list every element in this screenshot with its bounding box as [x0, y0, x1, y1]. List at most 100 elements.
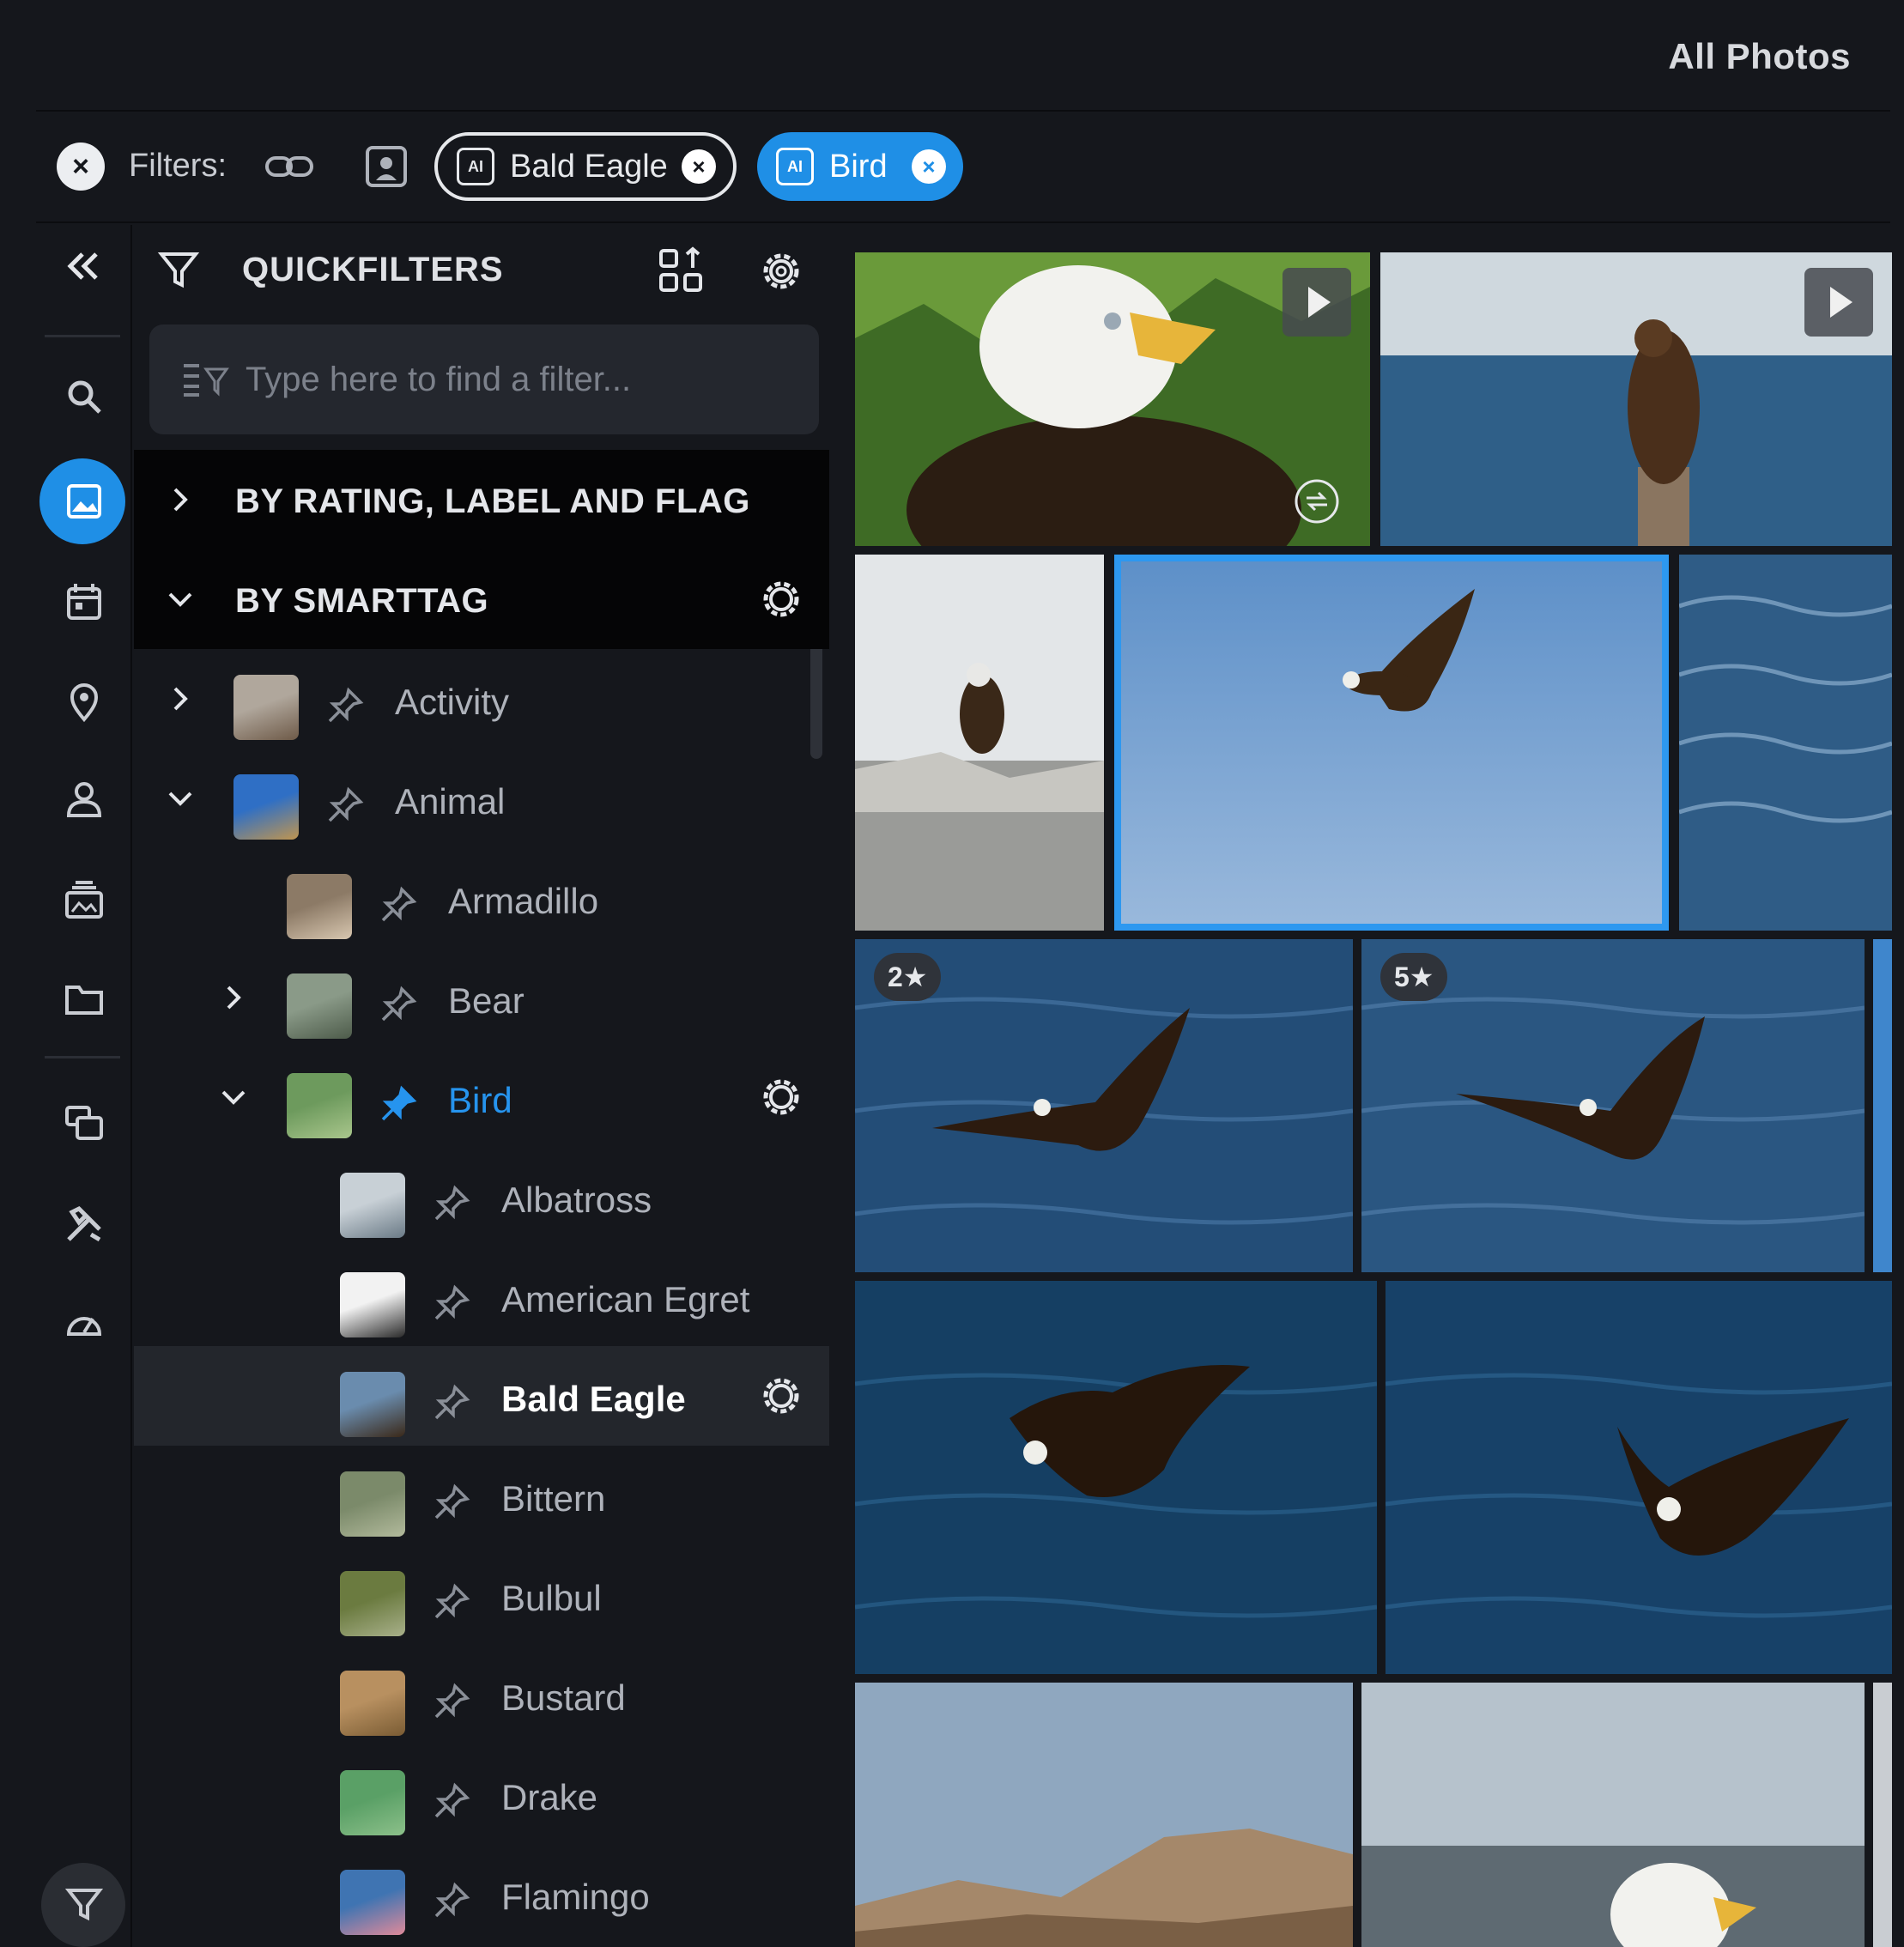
- photo-thumbnail[interactable]: [1679, 555, 1892, 931]
- photo-thumbnail[interactable]: [855, 1683, 1353, 1947]
- calendar-icon[interactable]: [60, 579, 108, 627]
- filters-label: Filters:: [129, 148, 227, 184]
- face-filter-icon[interactable]: [362, 143, 410, 191]
- settings-gear-icon[interactable]: [755, 1071, 807, 1123]
- filter-list-icon: [184, 364, 229, 397]
- tag-row-flamingo[interactable]: Flamingo: [134, 1844, 829, 1944]
- divider: [45, 1056, 120, 1058]
- tag-row-bittern[interactable]: Bittern: [134, 1446, 829, 1545]
- pin-icon[interactable]: [431, 1382, 472, 1423]
- tag-thumbnail: [233, 675, 299, 740]
- landscape-photo: [855, 1683, 1353, 1947]
- clear-filters-button[interactable]: ×: [57, 143, 105, 191]
- photos-icon: [67, 484, 101, 519]
- tag-row-bald-eagle[interactable]: Bald Eagle: [134, 1346, 829, 1446]
- video-icon[interactable]: [1282, 268, 1351, 337]
- water-photo: [1679, 555, 1892, 931]
- quickfilters-title: QUICKFILTERS: [242, 251, 504, 288]
- section-by-smarttag[interactable]: BY SMARTTAG: [134, 549, 829, 649]
- quickfilters-header: QUICKFILTERS: [134, 225, 834, 319]
- tag-label: Bird: [448, 1080, 512, 1120]
- tag-row-bulbul[interactable]: Bulbul: [134, 1545, 829, 1645]
- tools-icon[interactable]: [60, 1200, 108, 1248]
- photo-thumbnail[interactable]: [855, 555, 1104, 931]
- rating-badge: 2★: [874, 953, 942, 1001]
- add-filter-grid-icon[interactable]: [656, 246, 707, 297]
- chevron-right-icon: [173, 488, 188, 512]
- photo-thumbnail[interactable]: [1873, 1683, 1892, 1947]
- photo-thumbnail[interactable]: [1873, 939, 1892, 1272]
- settings-gear-icon[interactable]: [755, 1370, 807, 1422]
- filter-chip-bird[interactable]: AI Bird ×: [757, 132, 963, 201]
- tag-row-animal[interactable]: Animal: [134, 749, 829, 848]
- photo-grid: 2★ 5★: [853, 225, 1892, 1947]
- top-bar: All Photos: [36, 0, 1890, 112]
- eagle-photo: [1361, 1683, 1865, 1947]
- tag-thumbnail: [287, 1073, 352, 1138]
- pin-icon[interactable]: [324, 685, 366, 726]
- tag-thumbnail: [340, 1173, 405, 1238]
- location-pin-icon[interactable]: [60, 678, 108, 726]
- pin-icon[interactable]: [431, 1880, 472, 1921]
- section-label: BY SMARTTAG: [235, 582, 489, 620]
- tag-label: American Egret: [501, 1279, 750, 1319]
- pin-icon[interactable]: [378, 1083, 419, 1125]
- sync-icon: [1295, 479, 1339, 524]
- tag-row-armadillo[interactable]: Armadillo: [134, 848, 829, 948]
- pin-icon[interactable]: [431, 1183, 472, 1224]
- search-icon[interactable]: [60, 373, 108, 421]
- tag-row-drake[interactable]: Drake: [134, 1744, 829, 1844]
- tag-thumbnail: [340, 1471, 405, 1537]
- tag-row-american-egret[interactable]: American Egret: [134, 1246, 829, 1346]
- filter-chip-label: Bald Eagle: [510, 148, 668, 185]
- photo-thumbnail[interactable]: 2★: [855, 939, 1353, 1272]
- filter-search-input[interactable]: [246, 354, 795, 405]
- people-icon[interactable]: [60, 776, 108, 824]
- tag-thumbnail: [233, 774, 299, 840]
- chevron-down-icon: [168, 592, 192, 607]
- albums-icon[interactable]: [60, 876, 108, 924]
- section-by-rating[interactable]: BY RATING, LABEL AND FLAG: [134, 450, 829, 549]
- tag-label: Flamingo: [501, 1877, 650, 1917]
- pin-icon[interactable]: [431, 1482, 472, 1523]
- speedometer-icon[interactable]: [60, 1300, 108, 1348]
- settings-gear-icon[interactable]: [755, 573, 807, 625]
- photo-thumbnail-selected[interactable]: [1114, 555, 1669, 931]
- link-icon[interactable]: [264, 146, 315, 187]
- chevron-down-icon[interactable]: [218, 1082, 249, 1113]
- tag-row-bustard[interactable]: Bustard: [134, 1645, 829, 1744]
- stack-icon[interactable]: [60, 1101, 108, 1149]
- photo-thumbnail[interactable]: [1361, 1683, 1865, 1947]
- chevron-down-icon[interactable]: [165, 783, 196, 814]
- remove-chip-icon[interactable]: ×: [682, 149, 716, 184]
- chevron-right-icon[interactable]: [218, 982, 249, 1013]
- chevron-right-icon[interactable]: [165, 683, 196, 714]
- remove-chip-icon[interactable]: ×: [912, 149, 946, 184]
- photo-thumbnail[interactable]: [1386, 1281, 1892, 1674]
- tag-row-albatross[interactable]: Albatross: [134, 1147, 829, 1246]
- tag-label: Albatross: [501, 1180, 652, 1220]
- tag-thumbnail: [340, 1770, 405, 1835]
- pin-icon[interactable]: [431, 1681, 472, 1722]
- pin-icon[interactable]: [431, 1283, 472, 1324]
- filter-chip-bald-eagle[interactable]: AI Bald Eagle ×: [434, 132, 737, 201]
- tag-row-bear[interactable]: Bear: [134, 948, 829, 1047]
- pin-icon[interactable]: [431, 1581, 472, 1622]
- filter-funnel-icon: [157, 252, 200, 288]
- photo-thumbnail[interactable]: [855, 252, 1370, 546]
- photo-thumbnail[interactable]: [855, 1281, 1377, 1674]
- collapse-double-chevron-icon[interactable]: [60, 242, 108, 290]
- settings-gear-icon[interactable]: [755, 246, 807, 297]
- pin-icon[interactable]: [378, 984, 419, 1025]
- video-icon[interactable]: [1804, 268, 1873, 337]
- tag-row-activity[interactable]: Activity: [134, 649, 829, 749]
- photo-thumbnail[interactable]: 5★: [1361, 939, 1865, 1272]
- pin-icon[interactable]: [431, 1780, 472, 1822]
- photo-thumbnail[interactable]: [1380, 252, 1892, 546]
- tag-label: Drake: [501, 1777, 598, 1817]
- folder-icon[interactable]: [60, 975, 108, 1023]
- pin-icon[interactable]: [324, 785, 366, 826]
- tag-label: Bustard: [501, 1677, 626, 1718]
- pin-icon[interactable]: [378, 884, 419, 925]
- tag-row-bird[interactable]: Bird: [134, 1047, 829, 1147]
